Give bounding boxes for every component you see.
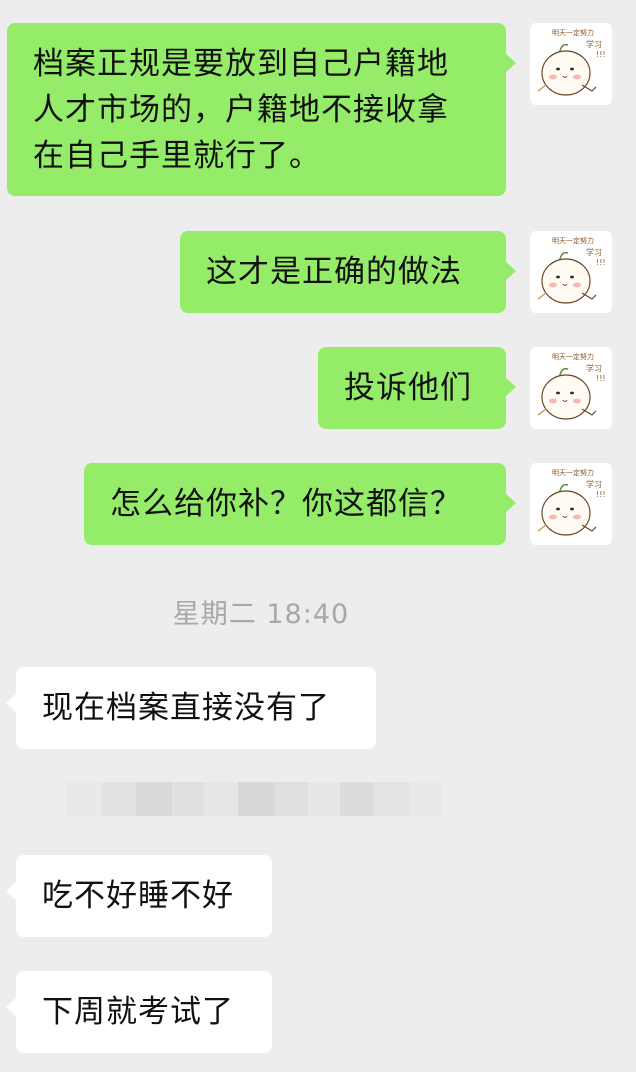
svg-text:!!!: !!! [596, 50, 606, 59]
message-timestamp: 星期二 18:40 [172, 599, 350, 630]
svg-text:学习: 学习 [586, 39, 602, 49]
svg-text:学习: 学习 [586, 247, 602, 257]
avatar-sticker-icon: 明天一定努力 学习 !!! [537, 352, 606, 420]
incoming-message-bubble[interactable]: 下周就考试了 [6, 971, 272, 1053]
user-avatar[interactable]: 明天一定努力 学习 !!! [530, 463, 612, 545]
svg-text:!!!: !!! [596, 490, 606, 499]
message-text: 下周就考试了 [42, 994, 234, 1030]
chat-conversation[interactable]: 档案正规是要放到自己户籍地 人才市场的，户籍地不接收拿 在自己手里就行了。 明天… [0, 0, 636, 1072]
outgoing-message-bubble[interactable]: 怎么给你补？你这都信？ [84, 463, 516, 545]
incoming-message-bubble[interactable]: 吃不好睡不好 [6, 855, 272, 937]
outgoing-message-bubble[interactable]: 档案正规是要放到自己户籍地 人才市场的，户籍地不接收拿 在自己手里就行了。 [7, 23, 516, 196]
svg-text:学习: 学习 [586, 479, 602, 489]
avatar-sticker-icon: 明天一定努力 学习 !!! [537, 28, 606, 96]
avatar-sticker-icon: 明天一定努力 学习 !!! [537, 236, 606, 304]
svg-text:明天一定努力: 明天一定努力 [552, 236, 594, 245]
redacted-blurred-content [66, 782, 446, 816]
svg-text:学习: 学习 [586, 363, 602, 373]
svg-text:明天一定努力: 明天一定努力 [552, 468, 594, 477]
message-text: 吃不好睡不好 [42, 878, 234, 914]
message-text: 投诉他们 [344, 370, 472, 406]
outgoing-message-bubble[interactable]: 投诉他们 [318, 347, 516, 429]
message-text: 档案正规是要放到自己户籍地 人才市场的，户籍地不接收拿 在自己手里就行了。 [33, 46, 449, 174]
avatar-sticker-icon: 明天一定努力 学习 !!! [537, 468, 606, 536]
svg-text:!!!: !!! [596, 374, 606, 383]
user-avatar[interactable]: 明天一定努力 学习 !!! [530, 231, 612, 313]
user-avatar[interactable]: 明天一定努力 学习 !!! [530, 23, 612, 105]
message-text: 怎么给你补？你这都信？ [110, 486, 462, 522]
incoming-message-bubble[interactable]: 现在档案直接没有了 [6, 667, 376, 749]
svg-text:明天一定努力: 明天一定努力 [552, 28, 594, 37]
svg-text:明天一定努力: 明天一定努力 [552, 352, 594, 361]
svg-text:!!!: !!! [596, 258, 606, 267]
message-text: 现在档案直接没有了 [42, 690, 330, 726]
message-text: 这才是正确的做法 [206, 254, 462, 290]
user-avatar[interactable]: 明天一定努力 学习 !!! [530, 347, 612, 429]
outgoing-message-bubble[interactable]: 这才是正确的做法 [180, 231, 516, 313]
